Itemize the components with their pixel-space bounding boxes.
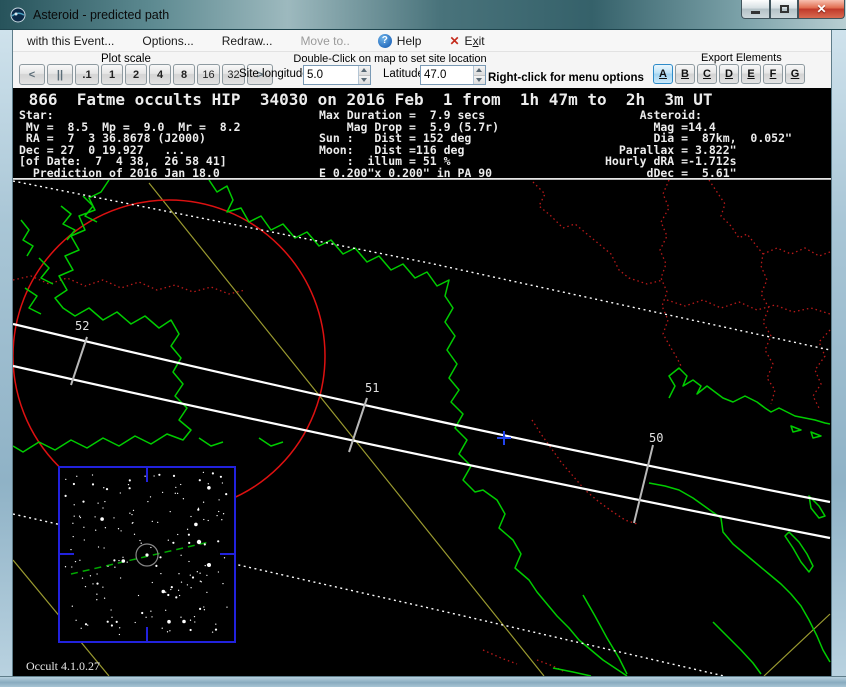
right-click-hint: Right-click for menu options xyxy=(488,72,644,84)
latitude-field xyxy=(420,65,486,85)
site-longitude-label: Site longitude xyxy=(239,68,309,80)
window-border-bottom xyxy=(0,676,846,687)
event-title: 866 Fatme occults HIP 34030 on 2016 Feb … xyxy=(19,90,713,109)
spinner-down-icon xyxy=(476,78,482,82)
window-content: with this Event... Options... Redraw... … xyxy=(13,30,831,676)
export-d-button[interactable]: D xyxy=(719,64,739,84)
double-click-hint: Double-Click on map to set site location xyxy=(290,53,490,65)
app-window: Asteroid - predicted path ✕ with this Ev… xyxy=(0,0,846,687)
menu-move-to: Move to.. xyxy=(286,30,363,52)
menu-options[interactable]: Options... xyxy=(128,30,207,52)
tick-label-51: 51 xyxy=(365,381,379,395)
bright-star xyxy=(197,540,201,544)
tick-label-52: 52 xyxy=(75,319,89,333)
title-bar[interactable]: Asteroid - predicted path ✕ xyxy=(0,0,846,30)
plot-scale-4-button[interactable]: 4 xyxy=(149,64,171,85)
site-longitude-input[interactable] xyxy=(304,66,358,84)
export-g-button[interactable]: G xyxy=(785,64,805,84)
help-icon: ? xyxy=(378,34,392,48)
map-canvas: 52 51 50 xyxy=(13,180,831,676)
asteroid-info: Asteroid: Mag =14.4 Dia = 87km, 0.052" P… xyxy=(605,110,792,178)
menu-with-this-event[interactable]: with this Event... xyxy=(13,30,128,52)
event-circumstances: Max Duration = 7.9 secs Mag Drop = 5.9 (… xyxy=(319,110,499,178)
menu-help[interactable]: ? Help xyxy=(364,30,436,52)
maximize-icon xyxy=(780,5,789,13)
menu-bar: with this Event... Options... Redraw... … xyxy=(13,30,831,52)
plot-scale-prev-button[interactable]: < xyxy=(19,64,45,85)
site-longitude-spinner[interactable] xyxy=(358,66,370,84)
export-a-button[interactable]: A xyxy=(653,64,673,84)
sun-altitude-circle xyxy=(13,200,325,512)
close-icon: ✕ xyxy=(816,2,826,16)
version-label: Occult 4.1.0.27 xyxy=(26,659,100,674)
plot-scale-16-button[interactable]: 16 xyxy=(197,64,220,85)
menu-exit[interactable]: ✕ Exit xyxy=(435,30,498,52)
event-header: 866 Fatme occults HIP 34030 on 2016 Feb … xyxy=(13,88,831,178)
star-info: Star: Mv = 8.5 Mp = 9.0 Mr = 8.2 RA = 7 … xyxy=(19,110,241,178)
close-button[interactable]: ✕ xyxy=(798,0,845,19)
menu-help-label: Help xyxy=(397,30,422,52)
window-border-right xyxy=(831,30,846,676)
exit-x-icon: ✕ xyxy=(449,30,459,52)
plot-scale-2-button[interactable]: 2 xyxy=(125,64,147,85)
plot-scale-buttons: < || .1 1 2 4 8 16 32 > xyxy=(19,64,273,85)
toolbar: Plot scale < || .1 1 2 4 8 16 32 > Doubl… xyxy=(13,52,831,88)
minimize-button[interactable] xyxy=(741,0,770,19)
spinner-down-icon xyxy=(361,78,367,82)
plot-scale-pause-button[interactable]: || xyxy=(47,64,73,85)
asteroid-globe-icon xyxy=(10,7,26,23)
export-elements-label: Export Elements xyxy=(701,52,782,64)
spinner-up-icon xyxy=(361,68,367,72)
spinner-up-icon xyxy=(476,68,482,72)
export-c-button[interactable]: C xyxy=(697,64,717,84)
window-border-left xyxy=(0,30,13,676)
export-e-button[interactable]: E xyxy=(741,64,761,84)
plot-scale-8-button[interactable]: 8 xyxy=(173,64,195,85)
latitude-label: Latitude xyxy=(383,68,424,80)
tick-label-50: 50 xyxy=(649,431,663,445)
menu-redraw[interactable]: Redraw... xyxy=(208,30,287,52)
bright-star xyxy=(207,563,211,567)
export-f-button[interactable]: F xyxy=(763,64,783,84)
latitude-spinner[interactable] xyxy=(473,66,485,84)
latitude-input[interactable] xyxy=(421,66,473,84)
plot-scale-1-button[interactable]: 1 xyxy=(101,64,123,85)
plot-scale-01-button[interactable]: .1 xyxy=(75,64,99,85)
export-b-button[interactable]: B xyxy=(675,64,695,84)
site-location-marker xyxy=(497,431,511,445)
site-longitude-field xyxy=(303,65,371,85)
target-star xyxy=(145,553,148,556)
maximize-button[interactable] xyxy=(770,0,798,19)
prediction-map[interactable]: 52 51 50 xyxy=(13,180,831,676)
menu-exit-label: Exit xyxy=(465,30,485,52)
minimize-icon xyxy=(751,11,760,14)
window-title: Asteroid - predicted path xyxy=(33,0,169,30)
star-chart-inset xyxy=(59,467,235,642)
export-buttons: A B C D E F G xyxy=(653,64,805,84)
